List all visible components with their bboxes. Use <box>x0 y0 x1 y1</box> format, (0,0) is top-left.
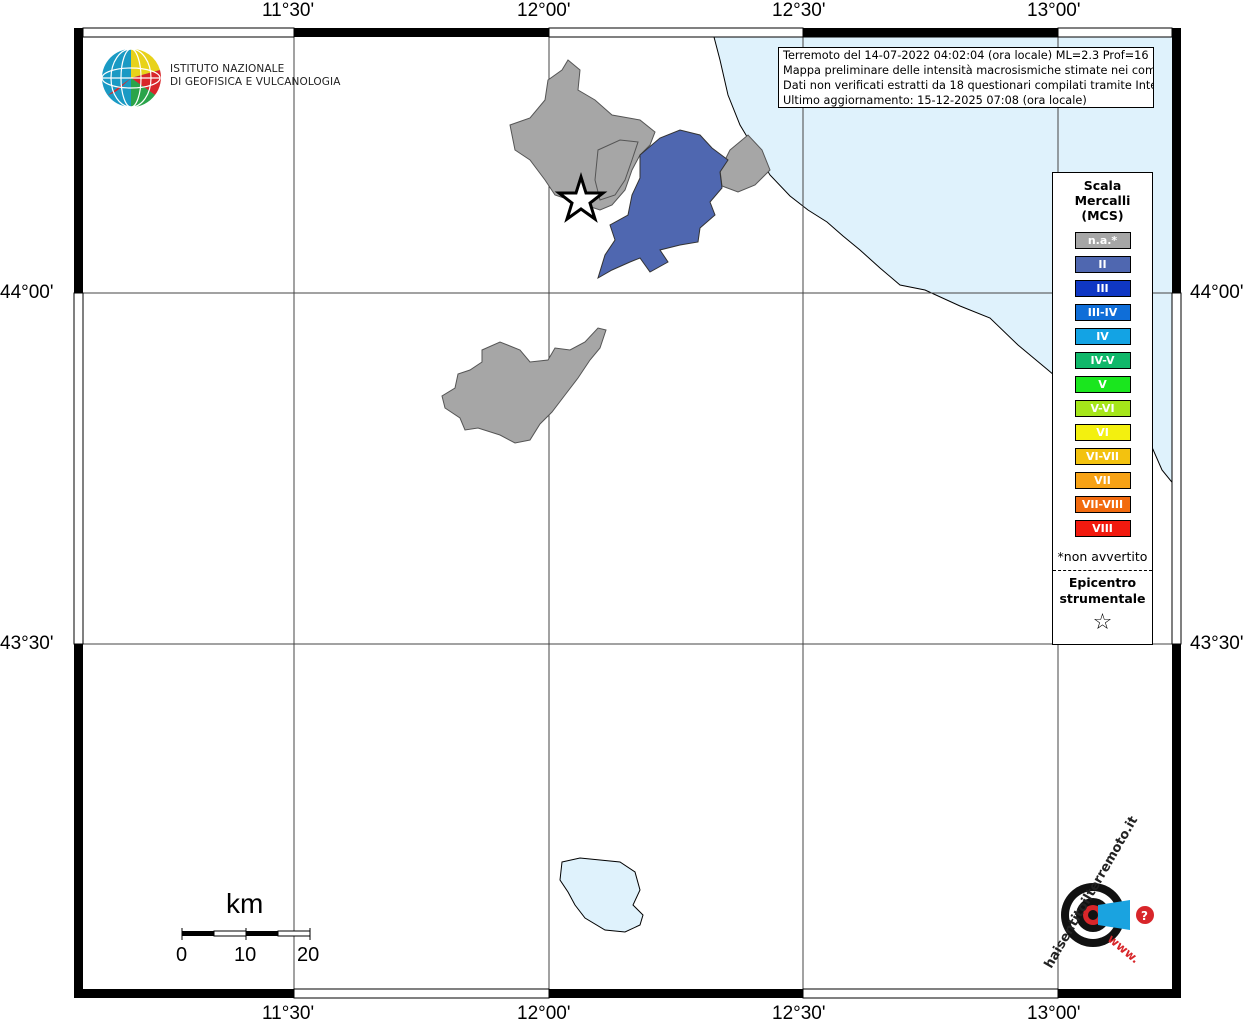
legend-item: VI <box>1074 424 1131 441</box>
svg-text:?: ? <box>1141 909 1148 923</box>
event-info-box: Terremoto del 14-07-2022 04:02:04 (ora l… <box>778 47 1154 108</box>
mcs-legend: Scala Mercalli (MCS) n.a.* II III III-IV IV I… <box>1052 172 1153 645</box>
event-info-line: Ultimo aggiornamento: 15-12-2025 07:08 (… <box>783 94 1087 107</box>
legend-title-line: (MCS) <box>1081 208 1124 223</box>
municipalities-na <box>441 59 771 444</box>
legend-item: V-VI <box>1074 400 1131 417</box>
legend-item: VI-VII <box>1074 448 1131 465</box>
lon-label-top: 11°30' <box>262 0 315 21</box>
lon-label-bottom: 12°30' <box>772 1003 826 1024</box>
lat-label-right: 44°00' <box>1190 282 1244 303</box>
lon-label-bottom: 12°00' <box>517 1003 571 1024</box>
lon-label-top: 13°00' <box>1027 0 1081 21</box>
lon-label-top: 12°30' <box>772 0 826 21</box>
legend-item: III-IV <box>1074 304 1131 321</box>
ingv-logo-text: ISTITUTO NAZIONALE DI GEOFISICA E VULCAN… <box>170 63 341 89</box>
ingv-line1: ISTITUTO NAZIONALE <box>170 63 285 75</box>
lat-label-left: 43°30' <box>0 633 54 654</box>
legend-item: V <box>1074 376 1131 393</box>
event-info-line: Dati non verificati estratti da 18 quest… <box>783 79 1154 92</box>
scale-label: 0 <box>176 944 188 966</box>
legend-epicenter-label: Epicentro strumentale <box>1053 575 1152 607</box>
lake <box>559 857 644 933</box>
scale-label: 20 <box>297 944 320 966</box>
legend-divider <box>1053 570 1152 571</box>
scale-bar <box>181 928 311 940</box>
legend-items: n.a.* II III III-IV IV IV-V V V-VI VI VI-VII VII VI… <box>1053 232 1152 537</box>
legend-item: IV-V <box>1074 352 1131 369</box>
legend-item: VII <box>1074 472 1131 489</box>
lat-label-left: 44°00' <box>0 282 54 303</box>
lon-label-bottom: 13°00' <box>1027 1003 1081 1024</box>
legend-item: VIII <box>1074 520 1131 537</box>
lon-label-top: 12°00' <box>517 0 571 21</box>
legend-title: Scala Mercalli (MCS) <box>1053 178 1152 223</box>
ingv-line2: DI GEOFISICA E VULCANOLOGIA <box>170 76 341 88</box>
event-info-line: Mappa preliminare delle intensità macros… <box>783 64 1154 77</box>
lat-label-right: 43°30' <box>1190 633 1244 654</box>
event-info-line: Terremoto del 14-07-2022 04:02:04 (ora l… <box>783 49 1154 62</box>
legend-item: n.a.* <box>1074 232 1131 249</box>
legend-item: IV <box>1074 328 1131 345</box>
legend-epi-line: strumentale <box>1059 591 1146 606</box>
scale-unit: km <box>226 888 264 919</box>
legend-epi-line: Epicentro <box>1068 575 1137 590</box>
ingv-logo-globe <box>101 48 161 108</box>
legend-item: II <box>1074 256 1131 273</box>
legend-item: VII-VIII <box>1074 496 1131 513</box>
legend-title-line: Mercalli <box>1074 193 1131 208</box>
legend-title-line: Scala <box>1083 178 1122 193</box>
legend-note: *non avvertito <box>1057 549 1148 564</box>
legend-item: III <box>1074 280 1131 297</box>
lon-label-bottom: 11°30' <box>262 1003 315 1024</box>
scale-label: 10 <box>234 944 257 966</box>
star-icon: ☆ <box>1092 610 1113 635</box>
